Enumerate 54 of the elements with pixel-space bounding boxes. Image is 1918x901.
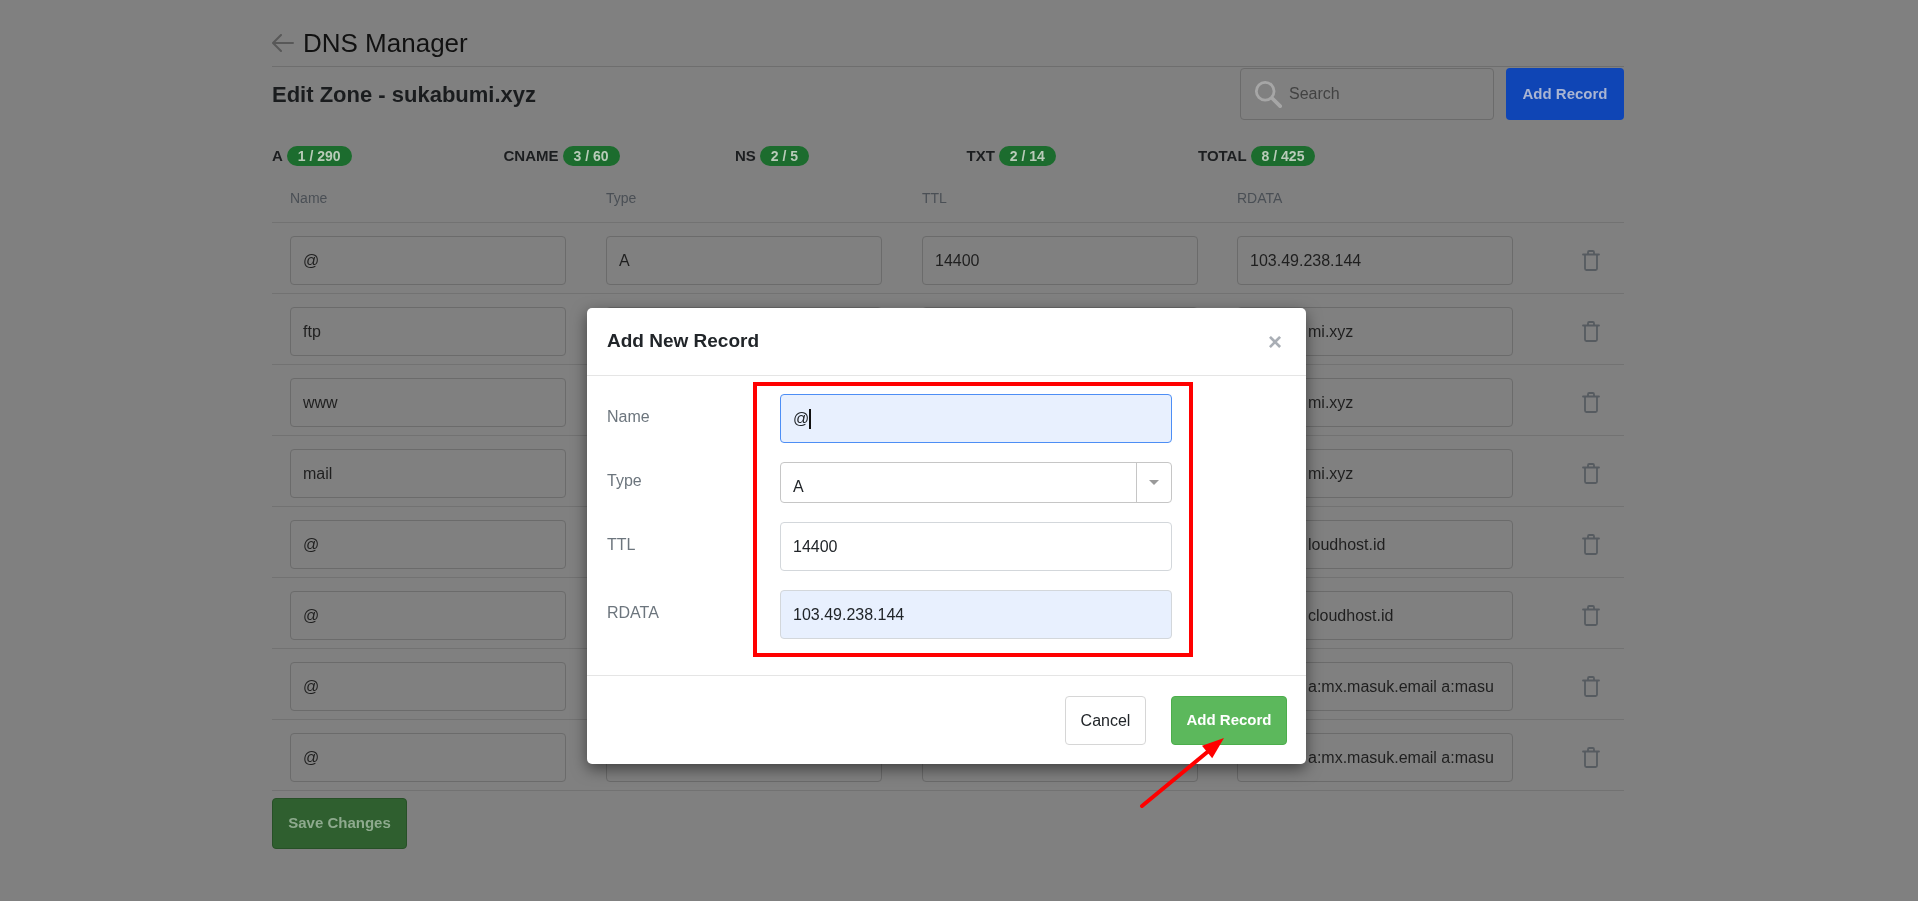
record-type-label: NS: [735, 146, 756, 166]
zone-title: Edit Zone - sukabumi.xyz: [272, 80, 538, 109]
count-badge: 1 / 290: [286, 146, 352, 166]
dialog-title: Add New Record: [607, 329, 760, 354]
close-button[interactable]: ×: [1268, 329, 1282, 354]
input-field[interactable]: 103.49.238.144: [780, 590, 1172, 639]
record-type-label: TOTAL: [1198, 146, 1247, 166]
input-field[interactable]: www: [290, 378, 566, 427]
text-cursor-icon: [809, 408, 812, 429]
trash-icon[interactable]: [1582, 747, 1600, 768]
trash-icon[interactable]: [1582, 321, 1600, 342]
select-field[interactable]: A: [780, 462, 1172, 503]
input-field[interactable]: @: [290, 662, 566, 711]
input-field[interactable]: A: [606, 236, 882, 285]
input-field[interactable]: 103.49.238.144: [1237, 236, 1513, 285]
trash-icon[interactable]: [1582, 250, 1600, 271]
record-type-label: TXT: [966, 146, 995, 166]
search-field[interactable]: Search: [1240, 68, 1494, 120]
page-title: DNS Manager: [303, 27, 468, 59]
count-badge: 2 / 5: [759, 146, 810, 166]
field-label: Name: [607, 406, 650, 427]
input-field[interactable]: @: [290, 520, 566, 569]
input-field[interactable]: @: [780, 394, 1172, 443]
search-icon: [1254, 80, 1282, 108]
input-field[interactable]: @: [290, 591, 566, 640]
field-value: @: [793, 408, 810, 429]
input-field[interactable]: mail: [290, 449, 566, 498]
add-record-button[interactable]: Add Record: [1171, 696, 1287, 745]
input-field[interactable]: 14400: [922, 236, 1198, 285]
input-field[interactable]: ftp: [290, 307, 566, 356]
field-value: 103.49.238.144: [793, 604, 905, 625]
record-type-label: CNAME: [503, 146, 559, 166]
count-badge: 8 / 425: [1250, 146, 1316, 166]
input-field[interactable]: 14400: [780, 522, 1172, 571]
field-label: RDATA: [607, 602, 659, 623]
count-badge: 2 / 14: [998, 146, 1056, 166]
field-label: TTL: [607, 534, 636, 555]
trash-icon[interactable]: [1582, 463, 1600, 484]
add-record-button[interactable]: Add Record: [1506, 68, 1624, 120]
trash-icon[interactable]: [1582, 392, 1600, 413]
select-value: A: [792, 476, 805, 497]
trash-icon[interactable]: [1582, 605, 1600, 626]
trash-icon[interactable]: [1582, 534, 1600, 555]
caret-icon: [1149, 480, 1159, 485]
input-field[interactable]: @: [290, 236, 566, 285]
save-changes-button[interactable]: Save Changes: [272, 798, 407, 849]
back-arrow-icon[interactable]: [272, 34, 294, 52]
field-label: Type: [607, 470, 642, 491]
count-badge: 3 / 60: [562, 146, 620, 166]
trash-icon[interactable]: [1582, 676, 1600, 697]
input-field[interactable]: @: [290, 733, 566, 782]
field-value: 14400: [793, 536, 838, 557]
record-type-label: A: [272, 146, 283, 166]
cancel-button[interactable]: Cancel: [1065, 696, 1146, 745]
